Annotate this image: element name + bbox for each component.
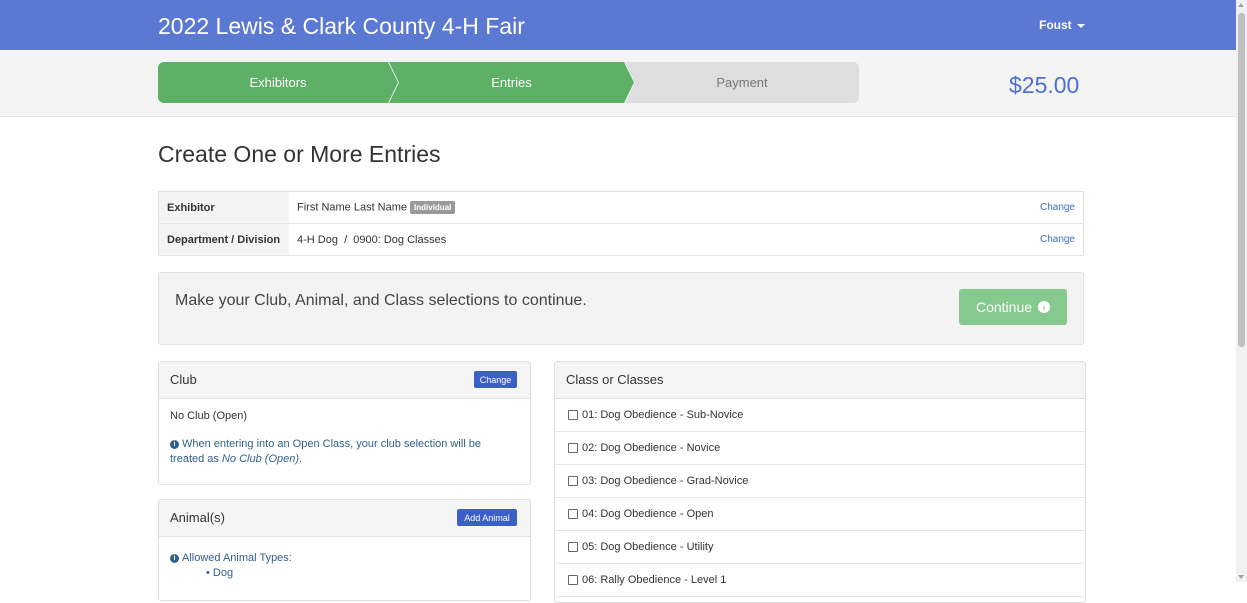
top-navbar: 2022 Lewis & Clark County 4-H Fair Foust bbox=[0, 0, 1236, 50]
step-label: Payment bbox=[716, 75, 768, 90]
animals-panel: Animal(s) Add Animal i Allowed Animal Typ… bbox=[158, 499, 531, 601]
checkbox[interactable] bbox=[568, 575, 578, 585]
class-label: 03: Dog Obedience - Grad-Novice bbox=[582, 475, 749, 487]
step-label: Entries bbox=[491, 75, 532, 90]
prompt-text: Make your Club, Animal, and Class select… bbox=[175, 292, 587, 309]
note-text: When entering into an Open Class, your c… bbox=[170, 438, 481, 465]
club-panel-title: Club bbox=[170, 372, 197, 387]
step-exhibitors[interactable]: Exhibitors bbox=[158, 62, 398, 103]
allowed-label: Allowed Animal Types: bbox=[182, 552, 292, 564]
list-item: Dog bbox=[206, 567, 233, 579]
animals-panel-header: Animal(s) Add Animal bbox=[159, 500, 530, 537]
department-value: 4-H Dog / 0900: Dog Classes bbox=[289, 223, 1007, 256]
continue-label: Continue bbox=[975, 299, 1033, 315]
class-label: 01: Dog Obedience - Sub-Novice bbox=[582, 409, 744, 421]
department-row: Department / Division 4-H Dog / 0900: Do… bbox=[158, 223, 1084, 256]
animals-panel-title: Animal(s) bbox=[170, 510, 225, 525]
checkbox[interactable] bbox=[568, 410, 578, 420]
class-label: 06: Rally Obedience - Level 1 bbox=[582, 574, 727, 586]
class-option[interactable]: 03: Dog Obedience - Grad-Novice bbox=[555, 465, 1085, 498]
class-option[interactable]: 02: Dog Obedience - Novice bbox=[555, 432, 1085, 465]
class-label: 04: Dog Obedience - Open bbox=[582, 508, 714, 520]
classes-panel: Class or Classes 01: Dog Obedience - Sub… bbox=[554, 361, 1086, 603]
selection-prompt: Make your Club, Animal, and Class select… bbox=[158, 272, 1084, 345]
classes-panel-header: Class or Classes bbox=[555, 362, 1085, 399]
user-menu[interactable]: Foust bbox=[1039, 18, 1085, 32]
exhibitor-type-badge: Individual bbox=[410, 201, 456, 214]
department-label: Department / Division bbox=[158, 223, 289, 256]
classes-panel-title: Class or Classes bbox=[566, 372, 664, 387]
note-emphasis: No Club (Open) bbox=[221, 453, 300, 465]
change-exhibitor-link[interactable]: Change bbox=[1007, 191, 1084, 224]
class-label: 02: Dog Obedience - Novice bbox=[582, 442, 721, 454]
continue-button[interactable]: Continue › bbox=[959, 289, 1067, 325]
change-club-button[interactable]: Change bbox=[474, 371, 517, 388]
club-panel: Club Change No Club (Open) i When enterin… bbox=[158, 361, 531, 485]
exhibitor-name: First Name Last Name bbox=[297, 201, 408, 214]
user-name: Foust bbox=[1039, 18, 1072, 32]
exhibitor-value: First Name Last Name Individual bbox=[289, 191, 1007, 224]
scroll-up-icon[interactable] bbox=[1238, 3, 1244, 7]
checkbox[interactable] bbox=[568, 542, 578, 552]
page-scrollbar[interactable] bbox=[1236, 0, 1247, 582]
caret-down-icon bbox=[1076, 23, 1085, 28]
entry-summary-table: Exhibitor First Name Last Name Individual… bbox=[158, 191, 1084, 256]
selected-club: No Club (Open) bbox=[170, 410, 248, 422]
class-label: 05: Dog Obedience - Utility bbox=[582, 541, 714, 553]
scrollbar-thumb[interactable] bbox=[1238, 13, 1245, 347]
department-name: 4-H Dog bbox=[297, 233, 338, 246]
class-option[interactable]: 05: Dog Obedience - Utility bbox=[555, 531, 1085, 564]
step-entries[interactable]: Entries bbox=[389, 62, 634, 103]
club-panel-header: Club Change bbox=[159, 362, 530, 399]
step-label: Exhibitors bbox=[249, 75, 307, 90]
checkbox[interactable] bbox=[568, 443, 578, 453]
class-option[interactable]: 06: Rally Obedience - Level 1 bbox=[555, 564, 1085, 597]
app-title[interactable]: 2022 Lewis & Clark County 4-H Fair bbox=[158, 13, 525, 40]
step-payment: Payment bbox=[625, 62, 859, 103]
info-icon: i bbox=[170, 553, 179, 563]
scroll-down-icon[interactable] bbox=[1238, 575, 1244, 579]
info-icon: i bbox=[170, 439, 179, 449]
arrow-right-circle-icon: › bbox=[1038, 301, 1051, 313]
cart-total[interactable]: $25.00 bbox=[1009, 72, 1079, 99]
allowed-types-list: Dog bbox=[206, 567, 233, 579]
change-department-link[interactable]: Change bbox=[1007, 223, 1084, 256]
class-option[interactable]: 01: Dog Obedience - Sub-Novice bbox=[555, 399, 1085, 432]
class-option[interactable]: 04: Dog Obedience - Open bbox=[555, 498, 1085, 531]
page-title: Create One or More Entries bbox=[158, 141, 441, 167]
exhibitor-label: Exhibitor bbox=[158, 191, 289, 224]
division-name: 0900: Dog Classes bbox=[353, 233, 447, 246]
add-animal-button[interactable]: Add Animal bbox=[457, 509, 517, 526]
note-suffix: . bbox=[299, 453, 303, 465]
open-class-note: i When entering into an Open Class, your … bbox=[170, 437, 510, 467]
exhibitor-row: Exhibitor First Name Last Name Individual… bbox=[158, 191, 1084, 224]
checkbox[interactable] bbox=[568, 509, 578, 519]
checkbox[interactable] bbox=[568, 476, 578, 486]
allowed-animal-types: i Allowed Animal Types: bbox=[170, 552, 292, 564]
